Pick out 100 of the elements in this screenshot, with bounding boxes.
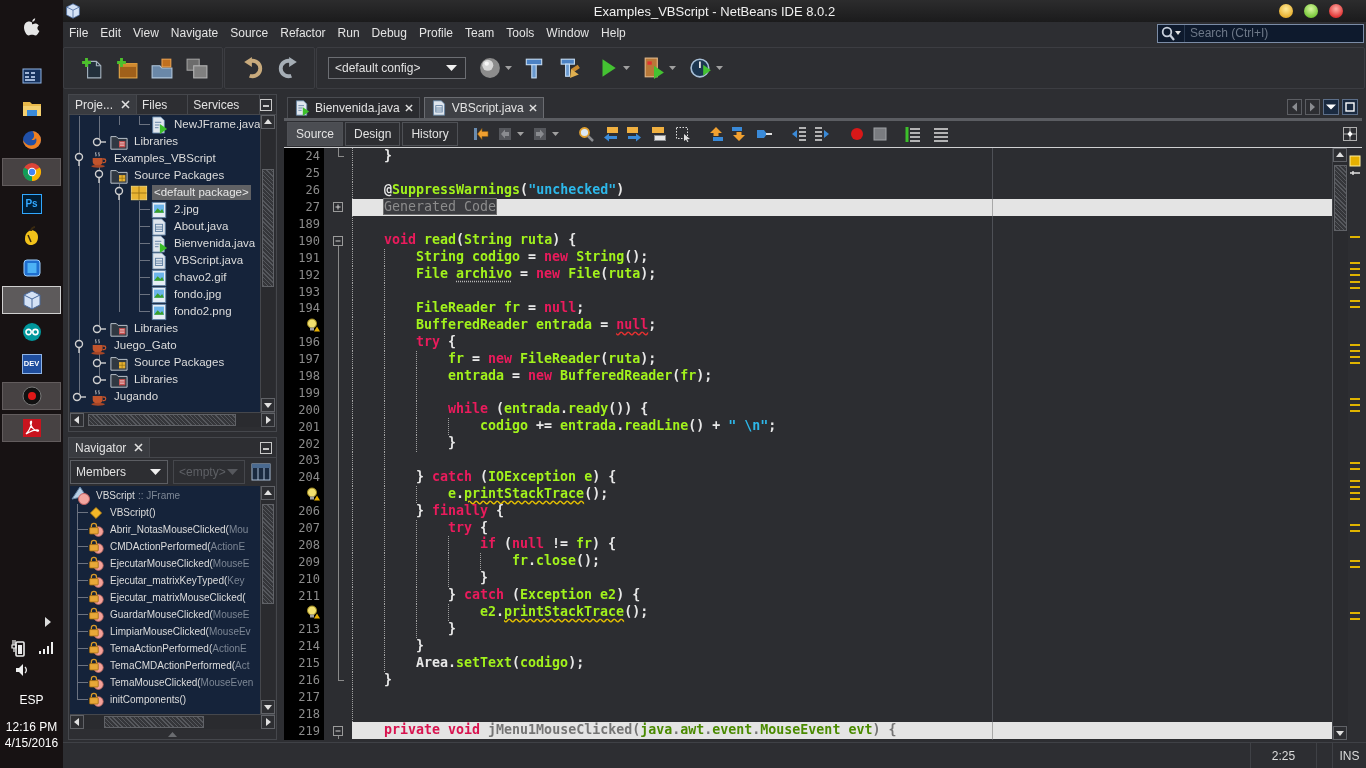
record-icon[interactable] (848, 126, 865, 142)
lines-icon[interactable] (932, 126, 949, 142)
menu-item[interactable]: View (127, 24, 165, 42)
search-field[interactable]: Search (Ctrl+I) (1157, 23, 1364, 43)
caret-icon[interactable] (446, 65, 457, 71)
navigator-item[interactable]: LimpiarMouseClicked(MouseEv (108, 624, 253, 639)
scroll-thumb[interactable] (104, 716, 204, 728)
tree-item[interactable]: Libraries (132, 321, 181, 336)
language-indicator[interactable]: ESP (19, 693, 44, 707)
speaker-icon[interactable] (15, 663, 27, 677)
signal-icon[interactable] (38, 642, 53, 654)
search-icon[interactable] (577, 126, 594, 142)
redo-icon[interactable] (276, 57, 299, 79)
navigator-item[interactable]: Ejecutar_matrixMouseClicked( (108, 590, 248, 605)
panel-tab[interactable]: Navigator (69, 438, 151, 457)
menu-item[interactable]: Window (540, 24, 596, 42)
menu-item[interactable]: File (63, 24, 95, 42)
taskbar-button[interactable] (2, 414, 61, 442)
scrollbar[interactable] (260, 115, 275, 412)
tree-item[interactable]: 2.jpg (172, 202, 201, 217)
tree-handle-icon[interactable] (92, 168, 106, 183)
scroll-thumb[interactable] (88, 414, 236, 426)
menu-item[interactable]: Debug (365, 24, 413, 42)
scroll-thumb[interactable] (262, 169, 274, 287)
collapse-arrow-icon[interactable] (168, 731, 177, 737)
scrollbar[interactable] (70, 412, 275, 427)
folder-open-icon[interactable] (150, 57, 173, 79)
new-box-icon[interactable] (115, 57, 138, 79)
forward-icon[interactable] (531, 126, 548, 142)
scrollbar[interactable] (70, 714, 275, 729)
tree-item[interactable]: Libraries (132, 372, 181, 387)
tree-item[interactable]: Libraries (132, 134, 181, 149)
back-icon[interactable] (496, 126, 513, 142)
menu-item[interactable]: Navigate (164, 24, 225, 42)
menu-item[interactable]: Profile (413, 24, 459, 42)
navigator-item[interactable]: TemaCMDActionPerformed(Act (108, 658, 252, 673)
battery-icon[interactable] (10, 639, 25, 657)
tree-item[interactable]: Source Packages (132, 355, 227, 370)
maximize-icon[interactable] (1342, 99, 1358, 115)
maximize-button[interactable] (1304, 4, 1318, 18)
tree-item[interactable]: Bienvenida.java (172, 236, 258, 251)
tree-item[interactable]: Jugando (112, 389, 161, 404)
caret-icon[interactable] (551, 132, 559, 136)
menu-item[interactable]: Source (224, 24, 275, 42)
caret-icon[interactable] (516, 132, 524, 136)
minimize-icon[interactable] (260, 98, 273, 111)
editor-tab[interactable]: Bienvenida.java (287, 97, 420, 118)
minimize-button[interactable] (1279, 4, 1293, 18)
gauge-icon[interactable] (690, 57, 712, 79)
menu-item[interactable]: Help (595, 24, 632, 42)
tree-handle-icon[interactable] (72, 151, 86, 166)
tree-item[interactable]: About.java (172, 219, 231, 234)
config-dropdown[interactable]: <default config> (328, 57, 466, 79)
new-file-icon[interactable] (80, 57, 103, 79)
panel-tab[interactable]: Files (137, 95, 189, 114)
box-play-icon[interactable] (643, 57, 665, 79)
tree-item[interactable]: fondo.jpg (172, 287, 224, 302)
navigator-item[interactable]: TemaActionPerformed(ActionE (108, 641, 249, 656)
clock-date[interactable]: 4/15/2016 (4, 735, 59, 751)
view-tab[interactable]: History (402, 122, 458, 146)
caret-icon[interactable] (150, 469, 161, 475)
menu-item[interactable]: Team (459, 24, 501, 42)
navigator-item[interactable]: EjecutarMouseClicked(MouseE (108, 556, 252, 571)
tree-item[interactable]: fondo2.png (172, 304, 234, 319)
menu-item[interactable]: Refactor (274, 24, 332, 42)
collapse-icon[interactable] (333, 725, 343, 736)
panel-tab[interactable]: Proje... (69, 95, 137, 114)
stop-icon[interactable] (871, 126, 888, 142)
close-icon[interactable] (404, 104, 413, 112)
caret-icon[interactable] (716, 66, 723, 70)
minimize-icon[interactable] (260, 441, 272, 454)
navigator-item[interactable]: VBScript() (108, 505, 158, 520)
grid-icon[interactable] (1343, 127, 1357, 141)
clock-time[interactable]: 12:16 PM (5, 719, 58, 735)
navigator-item[interactable]: TemaMouseClicked(MouseEven (108, 675, 256, 690)
tree-handle-icon[interactable] (112, 185, 126, 200)
bar-arrow-right-icon[interactable] (625, 126, 642, 142)
tree-item[interactable]: NewJFrame.java (172, 117, 260, 132)
tree-item[interactable]: VBScript.java (172, 253, 246, 268)
tree-handle-icon[interactable] (72, 338, 86, 353)
scroll-thumb[interactable] (262, 504, 274, 604)
caret-icon[interactable] (505, 66, 512, 70)
caret-icon[interactable] (669, 66, 676, 70)
tree-item[interactable]: Juego_Gato (112, 338, 179, 353)
navigator-item[interactable]: initComponents() (108, 692, 189, 707)
tree-item[interactable]: chavo2.gif (172, 270, 229, 285)
hammer-icon[interactable] (523, 57, 545, 79)
caret-icon[interactable] (623, 66, 630, 70)
navigator-item[interactable]: GuardarMouseClicked(MouseE (108, 607, 252, 622)
arrow-left-bar-icon[interactable] (472, 126, 489, 142)
navigator-item[interactable]: Ejecutar_matrixKeyTyped(Key (108, 573, 247, 588)
menu-item[interactable]: Run (331, 24, 366, 42)
close-icon[interactable] (134, 443, 144, 452)
lines-arrow-left-icon[interactable] (790, 126, 807, 142)
selection-icon[interactable] (674, 126, 691, 142)
tree-item[interactable]: Examples_VBScript (112, 151, 218, 166)
navigator-item[interactable]: VBScript :: JFrame (94, 488, 183, 503)
menu-item[interactable]: Edit (94, 24, 128, 42)
navigator-item[interactable]: Abrir_NotasMouseClicked(Mou (108, 522, 251, 537)
close-icon[interactable] (121, 100, 130, 109)
